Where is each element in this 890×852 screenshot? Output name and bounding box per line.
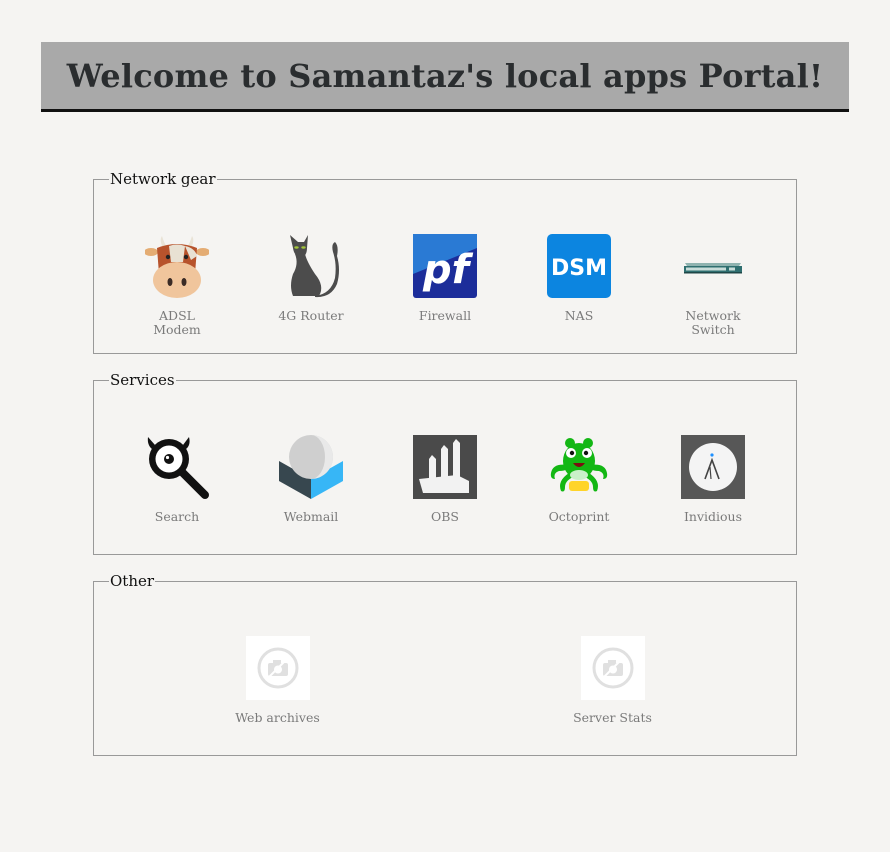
app-label: ADSL Modem: [153, 308, 201, 337]
svg-text:DSM: DSM: [551, 256, 607, 281]
app-adsl-modem[interactable]: ADSL Modem: [110, 234, 244, 337]
section-network-gear: Network gear ADSL Modem 4G Router pf Fir…: [93, 170, 797, 354]
broken-image-icon: [245, 636, 310, 700]
app-4g-router[interactable]: 4G Router: [244, 234, 378, 337]
searx-icon: [147, 437, 209, 499]
svg-text:pf: pf: [422, 247, 474, 293]
octoprint-icon: [550, 438, 608, 492]
section-legend: Network gear: [110, 170, 216, 188]
invidious-icon: [681, 435, 745, 499]
app-invidious[interactable]: Invidious: [646, 435, 780, 524]
section-legend: Other: [110, 572, 155, 590]
app-obs[interactable]: OBS: [378, 435, 512, 524]
app-server-stats[interactable]: Server Stats: [445, 636, 780, 725]
page-title: Welcome to Samantaz's local apps Portal!: [66, 56, 824, 95]
section-other: Other Web archives Server Stats: [93, 572, 797, 756]
roundcube-icon: [279, 435, 343, 499]
pfsense-icon: pf: [413, 234, 477, 298]
app-label: Search: [154, 509, 200, 524]
app-label: Octoprint: [548, 509, 610, 524]
section-services: Services Search Webmail OBS Octoprint In…: [93, 371, 797, 555]
cow-icon: [145, 236, 209, 298]
dsm-icon: DSM: [547, 234, 611, 298]
app-search[interactable]: Search: [110, 435, 244, 524]
app-firewall[interactable]: pf Firewall: [378, 234, 512, 337]
app-label: 4G Router: [278, 308, 344, 323]
app-label: Network Switch: [685, 308, 741, 337]
app-label: Web archives: [235, 710, 320, 725]
app-webmail[interactable]: Webmail: [244, 435, 378, 524]
app-nas[interactable]: DSM NAS: [512, 234, 646, 337]
app-label: Firewall: [418, 308, 472, 323]
app-label: Server Stats: [573, 710, 652, 725]
app-label: NAS: [564, 308, 594, 323]
switch-icon: [684, 263, 742, 274]
header-banner: Welcome to Samantaz's local apps Portal!: [41, 42, 849, 112]
app-octoprint[interactable]: Octoprint: [512, 435, 646, 524]
obs-icon: [413, 435, 477, 499]
app-network-switch[interactable]: Network Switch: [646, 234, 780, 337]
cat-icon: [290, 235, 339, 298]
broken-image-icon: [580, 636, 645, 700]
app-web-archives[interactable]: Web archives: [110, 636, 445, 725]
app-label: Invidious: [683, 509, 743, 524]
app-label: Webmail: [283, 509, 339, 524]
app-label: OBS: [431, 509, 459, 524]
section-legend: Services: [110, 371, 175, 389]
